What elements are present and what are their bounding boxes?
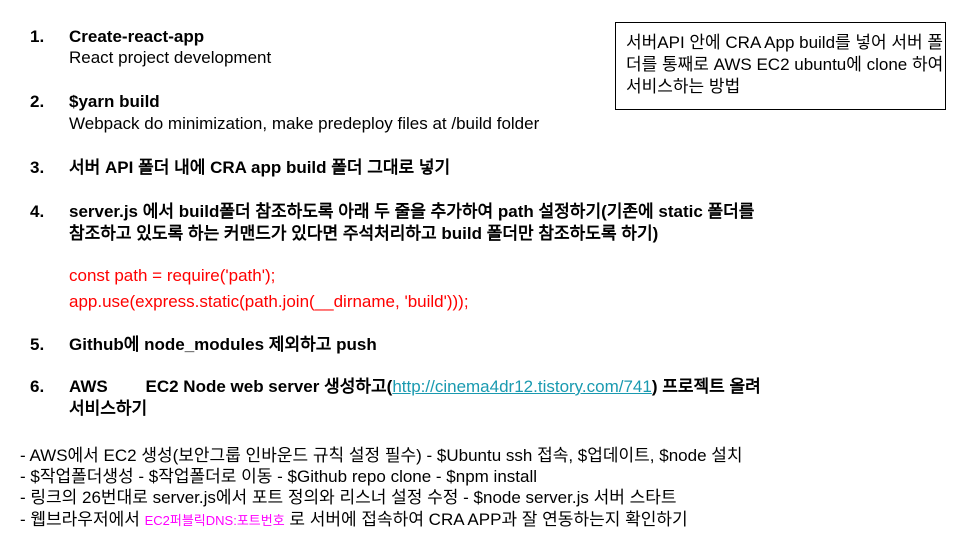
step-number: 1.: [30, 27, 45, 46]
bullet-item: - 웹브라우저에서 EC2퍼블릭DNS:포트번호 로 서버에 접속하여 CRA …: [20, 510, 688, 531]
step-subtitle: React project development: [69, 48, 272, 67]
step-number: 5.: [30, 335, 45, 354]
bullet-item: - AWS에서 EC2 생성(보안그룹 인바운드 규칙 설정 필수) - $Ub…: [20, 446, 743, 465]
step-title: $yarn build: [69, 92, 160, 111]
dns-highlight: EC2퍼블릭DNS:포트번호: [144, 513, 285, 528]
code-line: app.use(express.static(path.join(__dirna…: [69, 292, 469, 311]
step-number: 3.: [30, 158, 45, 177]
step-title: Create-react-app: [69, 27, 205, 46]
step-subtitle: Webpack do minimization, make predeploy …: [69, 114, 540, 133]
note-text: 서버API 안에 CRA App build를 넣어 서버 폴더를 통째로 AW…: [626, 33, 944, 96]
step-number: 2.: [30, 92, 45, 111]
step-title-post: ) 프로젝트 올려: [651, 377, 761, 396]
step-title-cont: 참조하고 있도록 하는 커맨드가 있다면 주석처리하고 build 폴더만 참조…: [69, 224, 659, 243]
step-title-pre: AWS EC2 Node web server 생성하고(: [69, 377, 393, 396]
step-title: Github에 node_modules 제외하고 push: [69, 335, 377, 354]
bullet-text: 로 서버에 접속하여 CRA APP과 잘 연동하는지 확인하기: [284, 510, 688, 529]
code-line: const path = require('path');: [69, 266, 276, 285]
step-number: 6.: [30, 377, 45, 396]
tistory-link[interactable]: http://cinema4dr12.tistory.com/741: [392, 377, 652, 396]
bullet-item: - 링크의 26번대로 server.js에서 포트 정의와 리스너 설정 수정…: [20, 488, 677, 507]
bullet-item: - $작업폴더생성 - $작업폴더로 이동 - $Github repo clo…: [20, 467, 538, 486]
step-number: 4.: [30, 202, 45, 221]
step-title-cont: 서비스하기: [69, 399, 148, 418]
step-title: server.js 에서 build폴더 참조하도록 아래 두 줄을 추가하여 …: [69, 202, 755, 221]
step-title: 서버 API 폴더 내에 CRA app build 폴더 그대로 넣기: [69, 158, 451, 177]
step-title: AWS EC2 Node web server 생성하고(http://cine…: [69, 377, 761, 397]
bullet-text: - 웹브라우저에서: [20, 510, 145, 529]
